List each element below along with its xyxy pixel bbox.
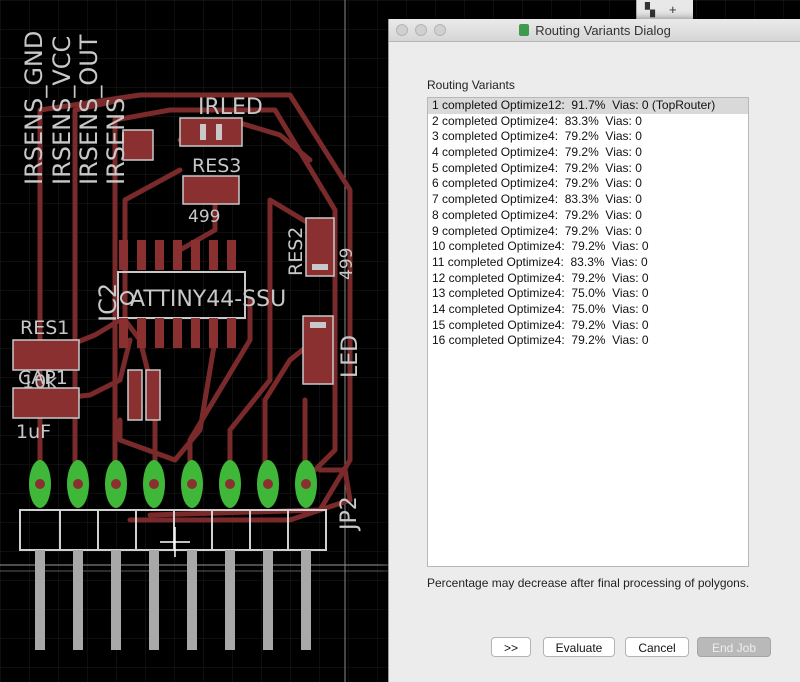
toolbar-fragment: ▚ +: [636, 0, 693, 20]
end-job-button[interactable]: End Job: [697, 637, 771, 657]
variant-row[interactable]: 15 completed Optimize4: 79.2% Vias: 0: [428, 318, 748, 334]
polygon-note: Percentage may decrease after final proc…: [427, 576, 750, 590]
label-irsens-vcc: IRSENS_VCC: [48, 36, 76, 185]
variant-row[interactable]: 14 completed Optimize4: 75.0% Vias: 0: [428, 302, 748, 318]
label-res2-value: 499: [337, 248, 357, 280]
dialog-title-text: Routing Variants Dialog: [535, 23, 671, 38]
next-button[interactable]: >>: [491, 637, 531, 657]
variant-row[interactable]: 13 completed Optimize4: 75.0% Vias: 0: [428, 286, 748, 302]
variant-row[interactable]: 4 completed Optimize4: 79.2% Vias: 0: [428, 145, 748, 161]
variant-row[interactable]: 16 completed Optimize4: 79.2% Vias: 0: [428, 333, 748, 349]
app-icon: [519, 24, 530, 36]
label-irled: IRLED: [198, 95, 263, 120]
label-irsens: IRSENS: [102, 98, 130, 185]
variant-row[interactable]: 9 completed Optimize4: 79.2% Vias: 0: [428, 224, 748, 240]
cancel-button[interactable]: Cancel: [625, 637, 689, 657]
label-res3-value: 499: [188, 207, 220, 227]
label-attiny: ATTINY44-SSU: [130, 287, 286, 312]
variant-row[interactable]: 7 completed Optimize4: 83.3% Vias: 0: [428, 192, 748, 208]
evaluate-button[interactable]: Evaluate: [543, 637, 615, 657]
variant-row[interactable]: 1 completed Optimize12: 91.7% Vias: 0 (T…: [428, 98, 748, 114]
variant-row[interactable]: 12 completed Optimize4: 79.2% Vias: 0: [428, 271, 748, 287]
variant-row[interactable]: 8 completed Optimize4: 79.2% Vias: 0: [428, 208, 748, 224]
label-irsens-gnd: IRSENS_GND: [20, 31, 48, 185]
dialog-titlebar[interactable]: Routing Variants Dialog: [389, 19, 800, 42]
label-jp2: JP2: [337, 496, 362, 532]
routing-variants-dialog: Routing Variants Dialog Routing Variants…: [388, 19, 800, 682]
dialog-title: Routing Variants Dialog: [389, 23, 800, 38]
label-res3: RES3: [192, 155, 241, 177]
routing-variants-list[interactable]: 1 completed Optimize12: 91.7% Vias: 0 (T…: [427, 97, 749, 567]
variant-row[interactable]: 3 completed Optimize4: 79.2% Vias: 0: [428, 129, 748, 145]
label-res1: RES1: [20, 317, 69, 339]
variant-row[interactable]: 10 completed Optimize4: 79.2% Vias: 0: [428, 239, 748, 255]
label-cap1-value: 1uF: [16, 421, 51, 443]
label-irsens-out: IRSENS_OUT: [75, 34, 103, 185]
variant-row[interactable]: 6 completed Optimize4: 79.2% Vias: 0: [428, 176, 748, 192]
variant-row[interactable]: 5 completed Optimize4: 79.2% Vias: 0: [428, 161, 748, 177]
variant-row[interactable]: 2 completed Optimize4: 83.3% Vias: 0: [428, 114, 748, 130]
label-cap1: CAP1: [18, 367, 68, 389]
routing-variants-label: Routing Variants: [427, 78, 515, 92]
layers-icon[interactable]: ▚: [645, 2, 655, 18]
crosshair-icon[interactable]: +: [669, 2, 677, 17]
label-led: LED: [338, 335, 363, 378]
label-res2: RES2: [285, 227, 307, 276]
variant-row[interactable]: 11 completed Optimize4: 83.3% Vias: 0: [428, 255, 748, 271]
label-ic2: IC2: [94, 283, 122, 322]
